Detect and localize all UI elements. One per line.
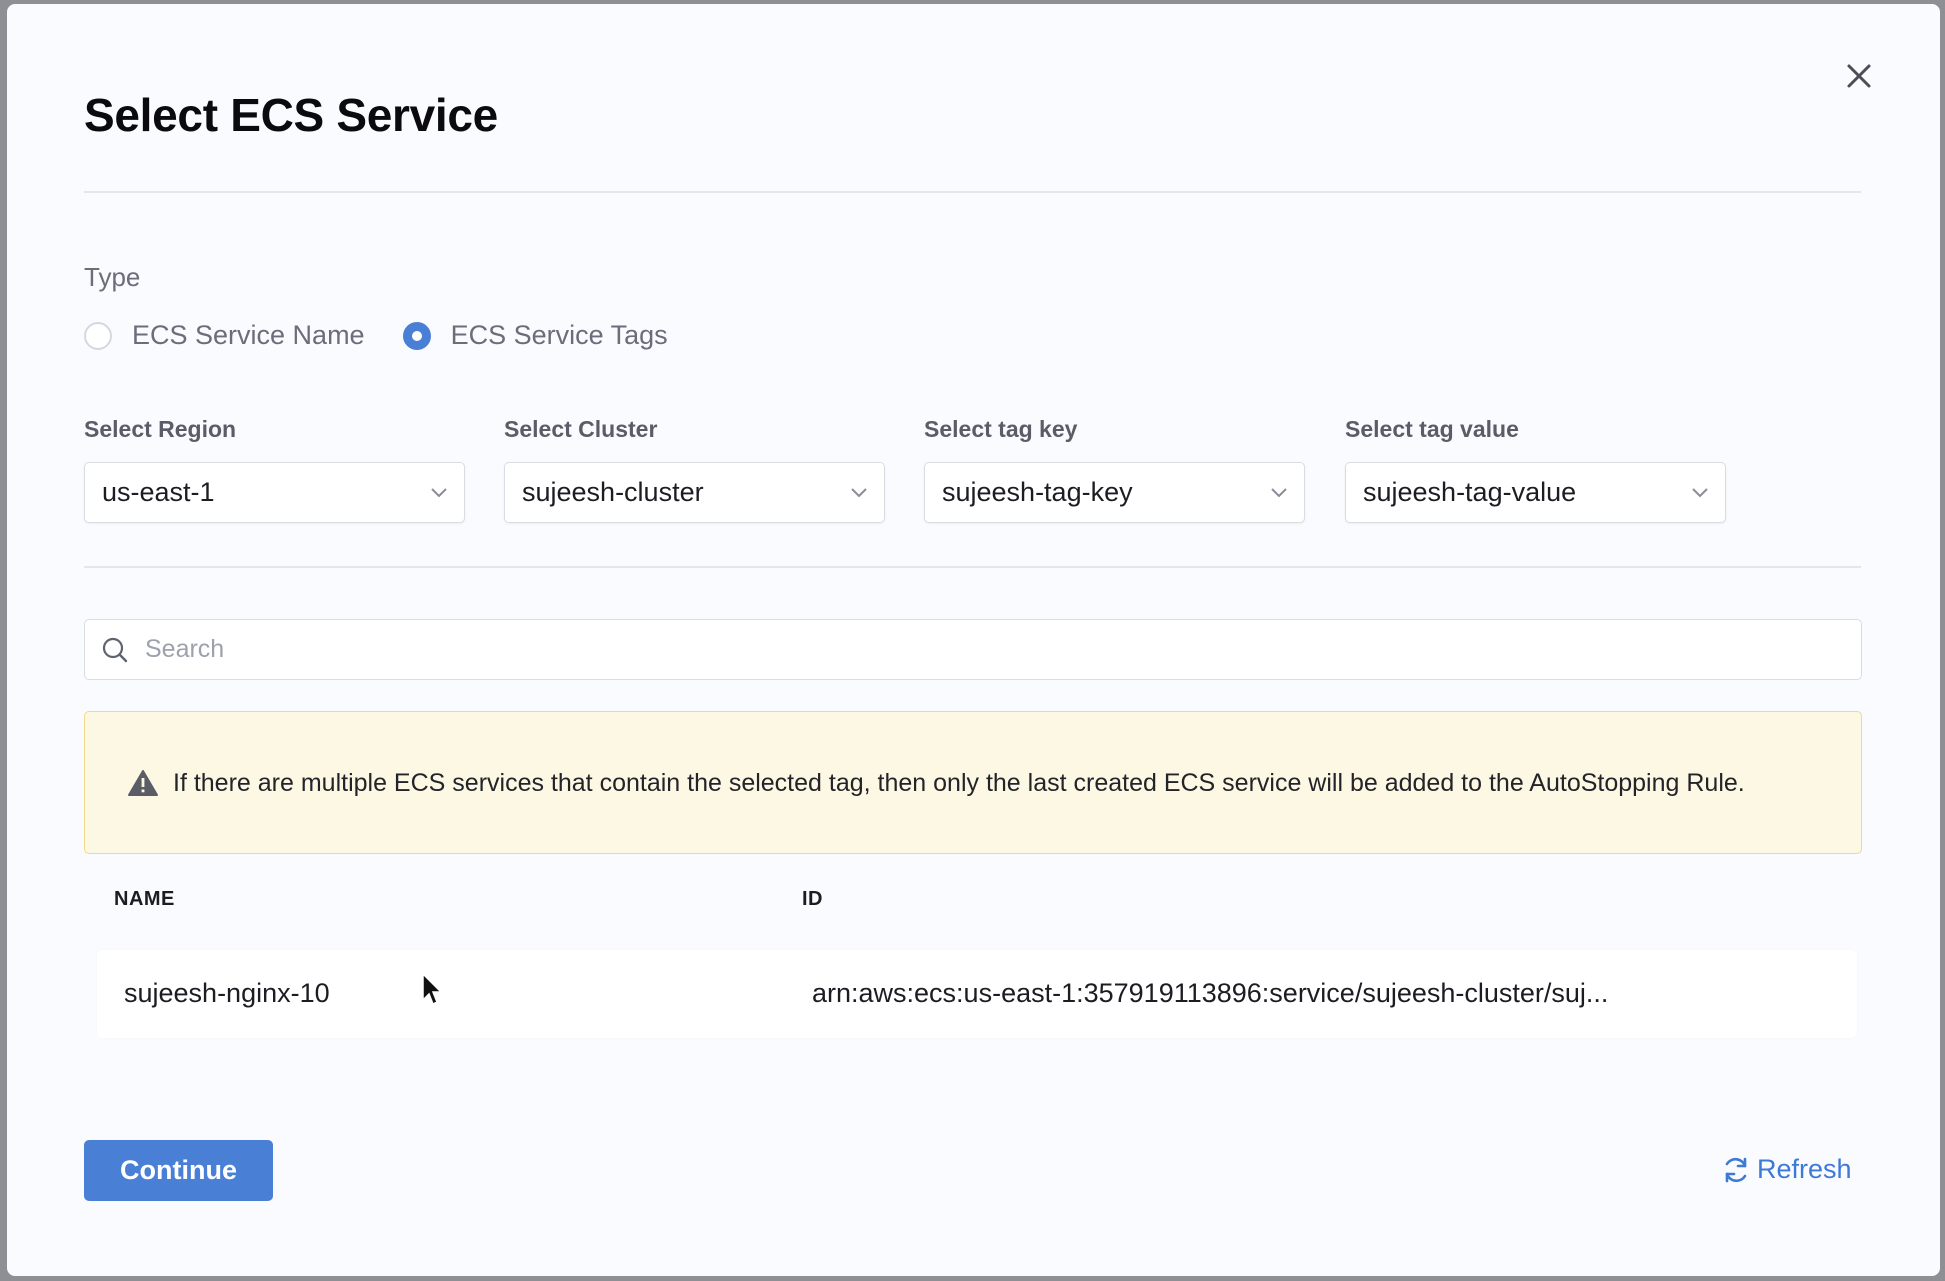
chevron-down-icon xyxy=(1271,487,1287,497)
column-header-id: ID xyxy=(802,888,823,910)
title-divider xyxy=(84,191,1861,193)
refresh-button[interactable]: Refresh xyxy=(1721,1154,1852,1185)
radio-label: ECS Service Tags xyxy=(450,320,668,350)
mouse-cursor-icon xyxy=(422,972,443,1006)
search-box[interactable] xyxy=(84,619,1862,680)
chevron-down-icon xyxy=(431,487,447,497)
tag-value-value: sujeesh-tag-value xyxy=(1363,477,1577,507)
radio-ecs-service-name[interactable]: ECS Service Name xyxy=(84,320,365,351)
tag-value-label: Select tag value xyxy=(1345,416,1519,442)
radio-label: ECS Service Name xyxy=(132,320,365,350)
cluster-select[interactable]: sujeesh-cluster xyxy=(504,462,885,523)
radio-button-unchecked[interactable] xyxy=(84,321,112,350)
tag-value-select[interactable]: sujeesh-tag-value xyxy=(1345,462,1726,523)
search-icon xyxy=(102,637,128,662)
dialog-title: Select ECS Service xyxy=(84,89,498,141)
cluster-label: Select Cluster xyxy=(504,416,658,442)
column-header-name: NAME xyxy=(114,888,175,910)
refresh-label: Refresh xyxy=(1757,1154,1852,1184)
close-button[interactable] xyxy=(1839,56,1879,96)
warning-text: If there are multiple ECS services that … xyxy=(173,768,1745,797)
chevron-down-icon xyxy=(1692,487,1708,497)
warning-icon xyxy=(128,769,158,796)
service-id-cell: arn:aws:ecs:us-east-1:357919113896:servi… xyxy=(812,978,1609,1008)
tag-key-label: Select tag key xyxy=(924,416,1078,442)
type-radio-group: ECS Service Name ECS Service Tags xyxy=(84,320,706,351)
refresh-icon xyxy=(1725,1157,1747,1182)
tag-key-select[interactable]: sujeesh-tag-key xyxy=(924,462,1305,523)
type-label: Type xyxy=(84,262,141,292)
radio-ecs-service-tags[interactable]: ECS Service Tags xyxy=(402,320,668,351)
tag-key-value: sujeesh-tag-key xyxy=(942,477,1133,507)
close-icon xyxy=(1847,64,1871,88)
region-value: us-east-1 xyxy=(102,477,215,507)
cluster-value: sujeesh-cluster xyxy=(522,477,704,507)
region-select[interactable]: us-east-1 xyxy=(84,462,465,523)
radio-button-checked[interactable] xyxy=(402,321,431,350)
table-row[interactable]: sujeesh-nginx-10 arn:aws:ecs:us-east-1:3… xyxy=(97,950,1857,1038)
warning-callout: If there are multiple ECS services that … xyxy=(84,711,1862,854)
region-label: Select Region xyxy=(84,416,237,442)
select-ecs-service-dialog: Select ECS Service Type ECS Service Name… xyxy=(7,4,1940,1276)
service-name-cell: sujeesh-nginx-10 xyxy=(124,978,330,1008)
continue-button[interactable]: Continue xyxy=(84,1140,273,1201)
search-input[interactable] xyxy=(143,634,1747,665)
filters-divider xyxy=(84,566,1861,568)
chevron-down-icon xyxy=(851,487,867,497)
